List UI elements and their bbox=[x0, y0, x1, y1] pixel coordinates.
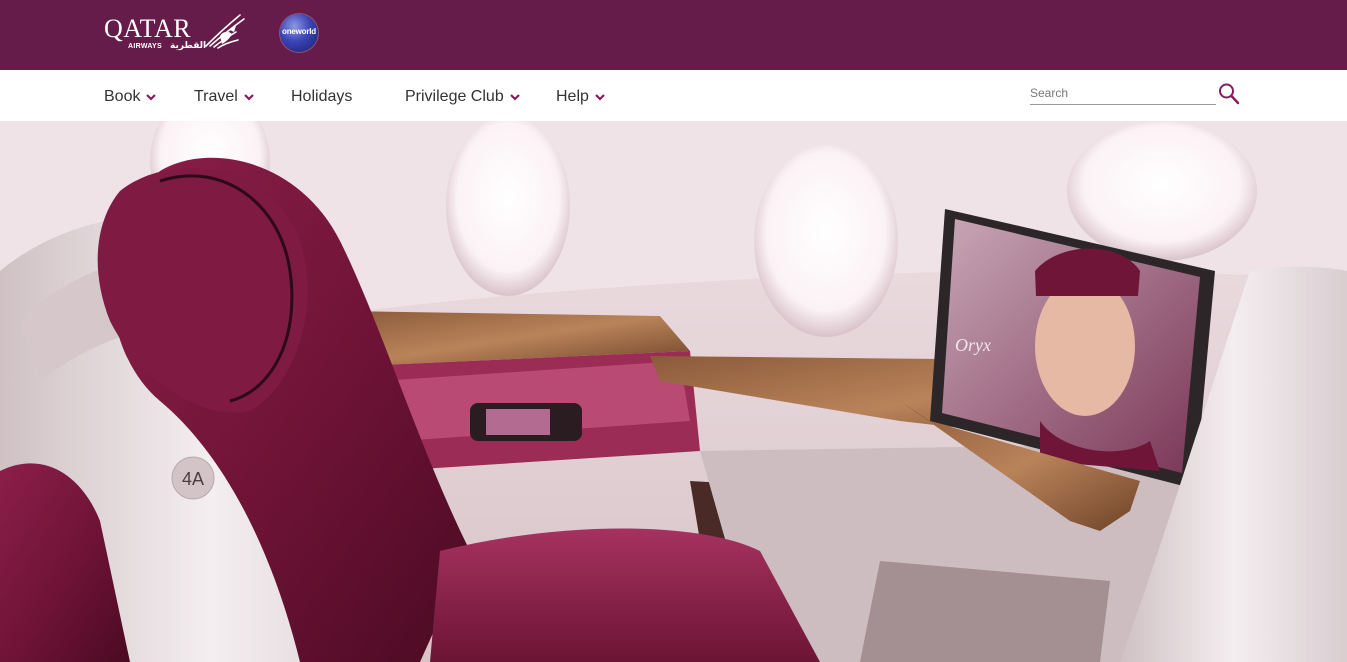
oryx-icon bbox=[205, 14, 245, 49]
logo-subtext: AIRWAYS bbox=[128, 43, 162, 50]
nav-item-label: Book bbox=[104, 88, 141, 105]
search-icon bbox=[1219, 83, 1240, 105]
nav-item-label: Privilege Club bbox=[405, 88, 504, 105]
window bbox=[446, 121, 570, 296]
nav-item-privilege-club[interactable]: Privilege Club bbox=[405, 87, 521, 107]
nav-item-help[interactable]: Help bbox=[556, 87, 606, 107]
brand-bar: QATAR AIRWAYS القطرية oneworld bbox=[0, 0, 1347, 70]
search-box bbox=[1030, 82, 1240, 108]
screen-brand-text: Oryx bbox=[955, 335, 991, 355]
nav-item-label: Holidays bbox=[291, 88, 353, 105]
hero-banner: Oryx 4A bbox=[0, 121, 1347, 662]
nav-item-holidays[interactable]: Holidays bbox=[291, 87, 352, 107]
window bbox=[754, 145, 898, 337]
nav-item-travel[interactable]: Travel bbox=[194, 87, 255, 107]
qatar-airways-logo[interactable]: QATAR AIRWAYS القطرية bbox=[104, 12, 254, 54]
chevron-down-icon bbox=[244, 94, 254, 101]
oneworld-label: oneworld bbox=[282, 27, 316, 36]
nav-item-label: Help bbox=[556, 88, 589, 105]
main-navigation: Book Travel Holidays Privilege Club Help bbox=[0, 70, 1347, 121]
search-input[interactable] bbox=[1030, 82, 1216, 105]
cabin-seat-illustration: Oryx 4A bbox=[0, 121, 1347, 662]
chevron-down-icon bbox=[595, 94, 605, 101]
chevron-down-icon bbox=[146, 94, 157, 101]
seat-number: 4A bbox=[182, 469, 204, 489]
search-button[interactable] bbox=[1218, 82, 1240, 106]
logo-wordmark: QATAR bbox=[104, 14, 192, 43]
chevron-down-icon bbox=[509, 94, 520, 101]
nav-item-label: Travel bbox=[194, 88, 238, 105]
window bbox=[1067, 121, 1257, 261]
oneworld-alliance-logo[interactable]: oneworld bbox=[280, 14, 318, 52]
nav-item-book[interactable]: Book bbox=[104, 87, 157, 107]
